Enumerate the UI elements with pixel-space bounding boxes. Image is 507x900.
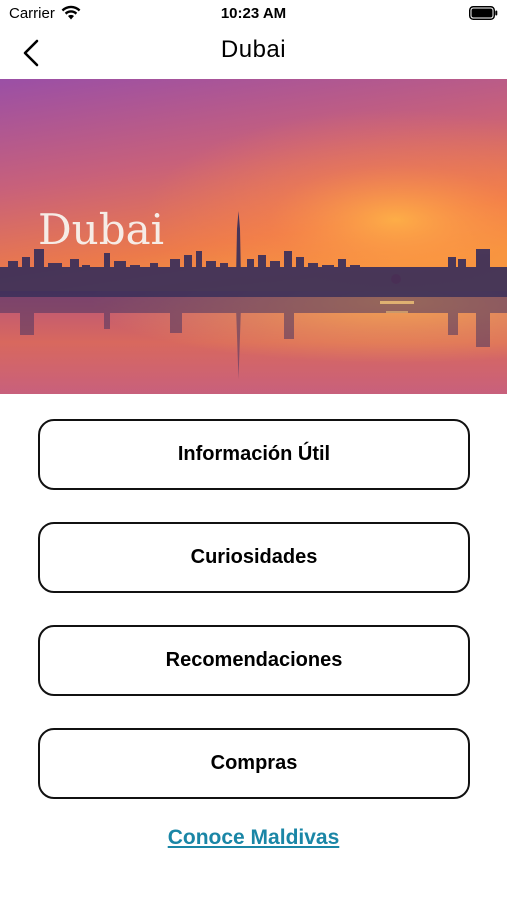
clock: 10:23 AM	[220, 5, 287, 22]
page-title: Dubai	[220, 36, 287, 63]
useful-info-button[interactable]: Información Útil	[38, 419, 470, 490]
shopping-button[interactable]: Compras	[38, 728, 470, 799]
menu-list: Información Útil Curiosidades Recomendac…	[38, 419, 470, 831]
hero-title: Dubai	[38, 205, 165, 254]
recommendations-button[interactable]: Recomendaciones	[38, 625, 470, 696]
conoce-maldivas-link[interactable]: Conoce Maldivas	[0, 826, 507, 850]
battery-icon	[469, 6, 498, 20]
navigation-bar: Dubai	[0, 28, 507, 78]
status-bar: Carrier 10:23 AM	[0, 0, 507, 28]
screen: Carrier 10:23 AM Dubai Dubai Información…	[0, 0, 507, 900]
hero-image: Dubai	[0, 79, 507, 394]
curiosities-button[interactable]: Curiosidades	[38, 522, 470, 593]
